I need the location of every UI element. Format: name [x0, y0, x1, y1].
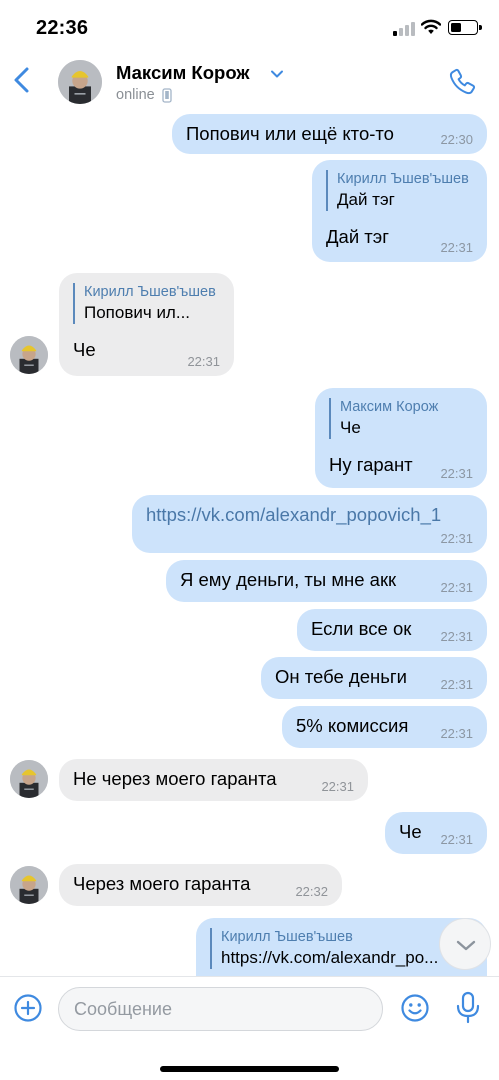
message-time: 22:31 — [440, 240, 473, 255]
sender-avatar[interactable] — [10, 336, 48, 374]
message-time: 22:31 — [440, 531, 473, 546]
contact-name[interactable]: Максим Корож — [116, 62, 250, 84]
wifi-icon — [421, 19, 441, 34]
reply-author: Кирилл Ъшев'ъшев — [84, 284, 216, 300]
chevron-down-icon — [456, 940, 476, 951]
reply-text: Че — [340, 418, 361, 437]
reply-author: Кирилл Ъшев'ъшев — [337, 171, 469, 187]
mobile-phone-icon — [162, 88, 172, 103]
sender-avatar[interactable] — [10, 760, 48, 798]
message-bubble-outgoing[interactable]: Он тебе деньги 22:31 — [261, 657, 487, 699]
reply-text: Попович ил... — [84, 303, 191, 322]
smiley-icon[interactable] — [400, 993, 430, 1023]
message-bubble-incoming[interactable]: Кирилл Ъшев'ъшев Попович ил... Че 22:31 — [59, 273, 234, 376]
status-time: 22:36 — [36, 17, 89, 39]
home-indicator — [160, 1066, 339, 1072]
message-bubble-outgoing[interactable]: Максим Корож Че Ну гарант 22:31 — [315, 388, 487, 488]
status-bar: 22:36 — [0, 0, 499, 48]
message-bubble-incoming[interactable]: Через моего гаранта 22:32 — [59, 864, 342, 906]
sender-avatar[interactable] — [10, 866, 48, 904]
message-time: 22:31 — [440, 629, 473, 644]
reply-author: Кирилл Ъшев'ъшев — [221, 929, 353, 945]
chevron-down-icon[interactable] — [269, 66, 285, 82]
message-time: 22:31 — [440, 832, 473, 847]
chevron-left-icon[interactable] — [8, 60, 36, 100]
message-text: Через моего гаранта — [73, 873, 251, 894]
message-text: Попович или ещё кто-то — [186, 123, 394, 144]
message-time: 22:31 — [440, 677, 473, 692]
reply-quote[interactable]: Кирилл Ъшев'ъшев Попович ил... — [73, 283, 220, 324]
reply-quote[interactable]: Кирилл Ъшев'ъшев Дай тэг — [326, 170, 473, 211]
message-bubble-outgoing[interactable]: Попович или ещё кто-то 22:30 — [172, 114, 487, 154]
message-bubble-outgoing[interactable]: 5% комиссия 22:31 — [282, 706, 487, 748]
reply-quote[interactable]: Максим Корож Че — [329, 398, 473, 439]
phone-icon[interactable] — [446, 66, 478, 98]
message-time: 22:30 — [440, 132, 473, 147]
message-bubble-outgoing[interactable]: Я ему деньги, ты мне акк 22:31 — [166, 560, 487, 602]
contact-status: online — [116, 87, 155, 103]
message-bubble-incoming[interactable]: Не через моего гаранта 22:31 — [59, 759, 368, 801]
message-time: 22:31 — [321, 779, 354, 794]
message-list[interactable]: Попович или ещё кто-то 22:30 Кирилл Ъшев… — [0, 112, 499, 976]
message-bubble-outgoing[interactable]: https://vk.com/alexandr_popovich_1 22:31 — [132, 495, 487, 553]
battery-icon — [448, 20, 478, 35]
message-bubble-outgoing[interactable]: Кирилл Ъшев'ъшев Дай тэг Дай тэг 22:31 — [312, 160, 487, 262]
reply-text: https://vk.com/alexandr_po... — [221, 948, 439, 967]
message-composer — [0, 976, 499, 1080]
message-link[interactable]: https://vk.com/alexandr_popovich_1 — [146, 503, 473, 527]
chat-header: Максим Корож online — [0, 48, 499, 112]
scroll-down-button[interactable] — [439, 918, 491, 970]
message-time: 22:31 — [440, 580, 473, 595]
message-text: Не через моего гаранта — [73, 768, 277, 789]
contact-avatar[interactable] — [58, 60, 102, 104]
reply-quote[interactable]: Кирилл Ъшев'ъшев https://vk.com/alexandr… — [210, 928, 473, 969]
message-bubble-outgoing[interactable]: Че 22:31 — [385, 812, 487, 854]
microphone-icon[interactable] — [455, 991, 481, 1025]
message-time: 22:31 — [440, 466, 473, 481]
message-time: 22:32 — [295, 884, 328, 899]
battery-nub — [479, 25, 482, 30]
message-time: 22:31 — [440, 726, 473, 741]
plus-circle-icon[interactable] — [13, 993, 43, 1023]
message-text: Я ему деньги, ты мне акк — [180, 569, 397, 590]
reply-text: Дай тэг — [337, 190, 395, 209]
signal-icon — [393, 22, 415, 36]
message-bubble-outgoing[interactable]: Если все ок 22:31 — [297, 609, 487, 651]
message-time: 22:31 — [187, 354, 220, 369]
reply-author: Максим Корож — [340, 399, 439, 415]
message-input[interactable] — [58, 987, 383, 1031]
